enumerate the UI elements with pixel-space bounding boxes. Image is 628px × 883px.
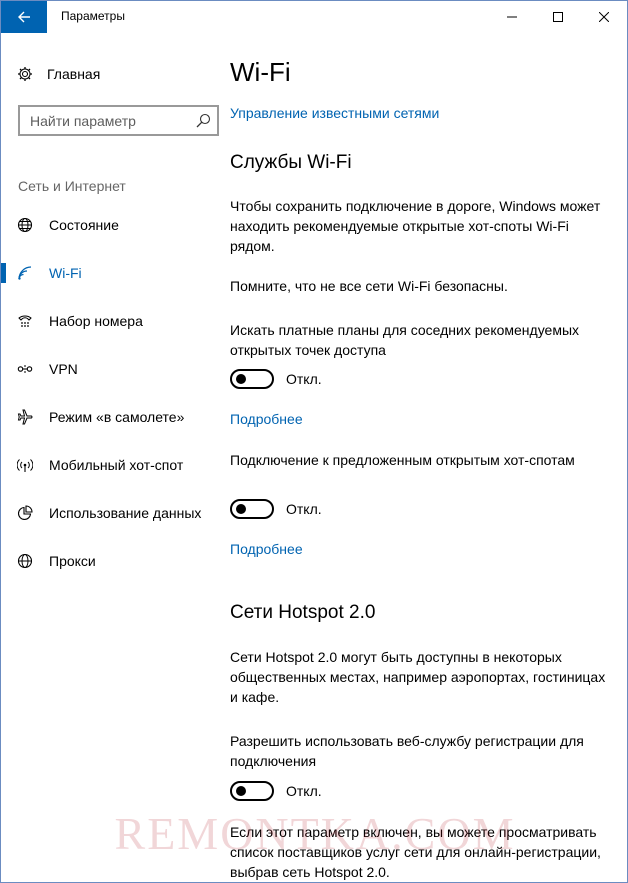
search-icon (196, 113, 211, 128)
airplane-icon (17, 409, 33, 425)
hotspot-icon (17, 459, 33, 472)
settings-window: Параметры Главная Сеть и Ин (0, 0, 628, 883)
sidebar-item-data-usage[interactable]: Использование данных (1, 493, 217, 533)
hotspot20-signup-label: Разрешить использовать веб-службу регист… (230, 733, 584, 769)
sidebar-item-label: Wi-Fi (49, 265, 82, 281)
paid-plans-toggle[interactable] (230, 369, 274, 389)
suggested-hotspots-toggle[interactable] (230, 499, 274, 519)
minimize-button[interactable] (489, 1, 535, 33)
sidebar: Главная Сеть и Интернет Состояние (1, 33, 219, 882)
sidebar-item-label: Использование данных (49, 505, 202, 521)
sidebar-item-label: Прокси (49, 553, 96, 569)
section-label: Сеть и Интернет (18, 178, 126, 194)
wifi-security-warning: Помните, что не все сети Wi-Fi безопасны… (230, 278, 508, 294)
hotspot20-signup-toggle[interactable] (230, 781, 274, 801)
paid-plans-state: Откл. (286, 371, 322, 387)
close-button[interactable] (581, 1, 627, 33)
hotspot20-heading: Сети Hotspot 2.0 (230, 602, 376, 623)
sidebar-item-status[interactable]: Состояние (1, 205, 217, 245)
hotspot20-footer-text: Если этот параметр включен, вы можете пр… (230, 824, 601, 880)
sidebar-item-label: Режим «в самолете» (49, 409, 185, 425)
suggested-hotspots-state: Откл. (286, 501, 322, 517)
paid-plans-more-link[interactable]: Подробнее (230, 411, 303, 427)
wifi-icon (18, 266, 32, 280)
sidebar-item-dialup[interactable]: Набор номера (1, 301, 217, 341)
window-title: Параметры (61, 9, 125, 23)
sidebar-item-proxy[interactable]: Прокси (1, 541, 217, 581)
search-input[interactable] (20, 107, 190, 134)
home-link[interactable]: Главная (17, 63, 100, 85)
toggle-knob (236, 504, 246, 514)
gear-icon (18, 67, 32, 81)
toggle-knob (236, 786, 246, 796)
wifi-services-heading: Службы Wi-Fi (230, 152, 352, 173)
suggested-hotspots-more-link[interactable]: Подробнее (230, 541, 303, 557)
hotspot20-signup-state: Откл. (286, 783, 322, 799)
home-label: Главная (47, 66, 101, 82)
paid-plans-label: Искать платные планы для соседних рекоме… (230, 322, 580, 358)
sidebar-item-wifi[interactable]: Wi-Fi (1, 253, 217, 293)
page-title: Wi-Fi (230, 57, 291, 87)
vpn-icon (17, 365, 33, 373)
title-bar: Параметры (1, 1, 627, 33)
sidebar-item-label: Состояние (49, 217, 119, 233)
hotspot20-description: Сети Hotspot 2.0 могут быть доступны в н… (230, 649, 606, 705)
wifi-services-description: Чтобы сохранить подключение в дороге, Wi… (230, 198, 601, 254)
manage-known-networks-link[interactable]: Управление известными сетями (230, 105, 439, 121)
sidebar-item-label: Мобильный хот-спот (49, 457, 184, 473)
suggested-hotspots-label: Подключение к предложенным открытым хот-… (230, 452, 575, 468)
search-box[interactable] (18, 105, 219, 136)
globe-icon (17, 217, 33, 233)
close-icon (599, 12, 609, 22)
back-arrow-icon (18, 11, 30, 23)
sidebar-item-airplane[interactable]: Режим «в самолете» (1, 397, 217, 437)
maximize-button[interactable] (535, 1, 581, 33)
sidebar-item-mobile-hotspot[interactable]: Мобильный хот-спот (1, 445, 217, 485)
back-button[interactable] (1, 1, 47, 33)
proxy-icon (17, 553, 33, 569)
toggle-knob (236, 374, 246, 384)
sidebar-item-label: Набор номера (49, 313, 143, 329)
sidebar-item-vpn[interactable]: VPN (1, 349, 217, 389)
data-usage-icon (18, 505, 33, 520)
dialup-icon (18, 315, 32, 327)
maximize-icon (553, 12, 563, 22)
minimize-icon (507, 16, 517, 18)
sidebar-item-label: VPN (49, 361, 78, 377)
